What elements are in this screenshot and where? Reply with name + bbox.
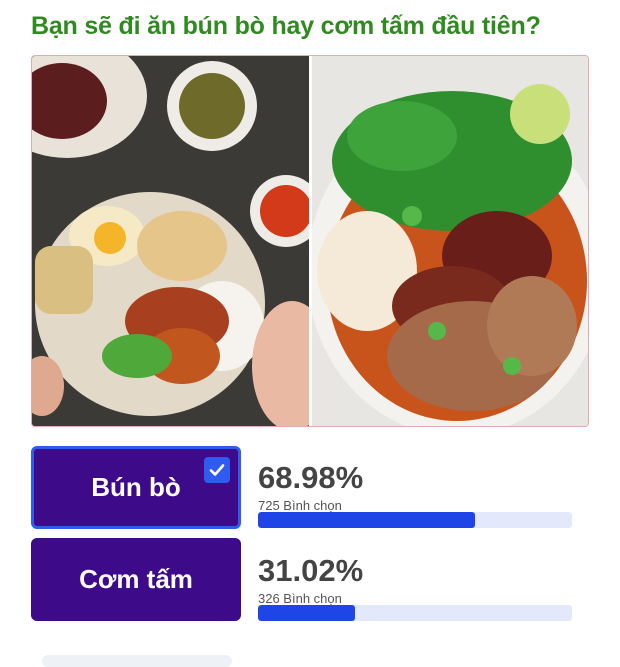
bun-bo-photo bbox=[312, 56, 588, 426]
option-progress-fill bbox=[258, 512, 475, 528]
option-progress-track bbox=[258, 605, 572, 621]
option-percent: 68.98% bbox=[258, 460, 364, 495]
option-label: Bún bò bbox=[91, 472, 181, 502]
option-percent: 31.02% bbox=[258, 553, 364, 588]
option-vote-count: 725 Bình chọn bbox=[258, 498, 342, 513]
option-progress-fill bbox=[258, 605, 356, 621]
checkmark-icon bbox=[204, 457, 230, 483]
option-progress-track bbox=[258, 512, 572, 528]
option-vote-count: 326 Bình chọn bbox=[258, 591, 342, 606]
next-section-stub bbox=[42, 655, 232, 667]
com-tam-photo bbox=[32, 56, 312, 426]
poll-question: Bạn sẽ đi ăn bún bò hay cơm tấm đầu tiên… bbox=[31, 12, 541, 40]
option-com-tam-button[interactable]: Cơm tấm bbox=[31, 538, 241, 621]
poll-images bbox=[31, 55, 589, 427]
option-bun-bo-button[interactable]: Bún bò bbox=[31, 446, 241, 529]
option-label: Cơm tấm bbox=[79, 564, 193, 594]
